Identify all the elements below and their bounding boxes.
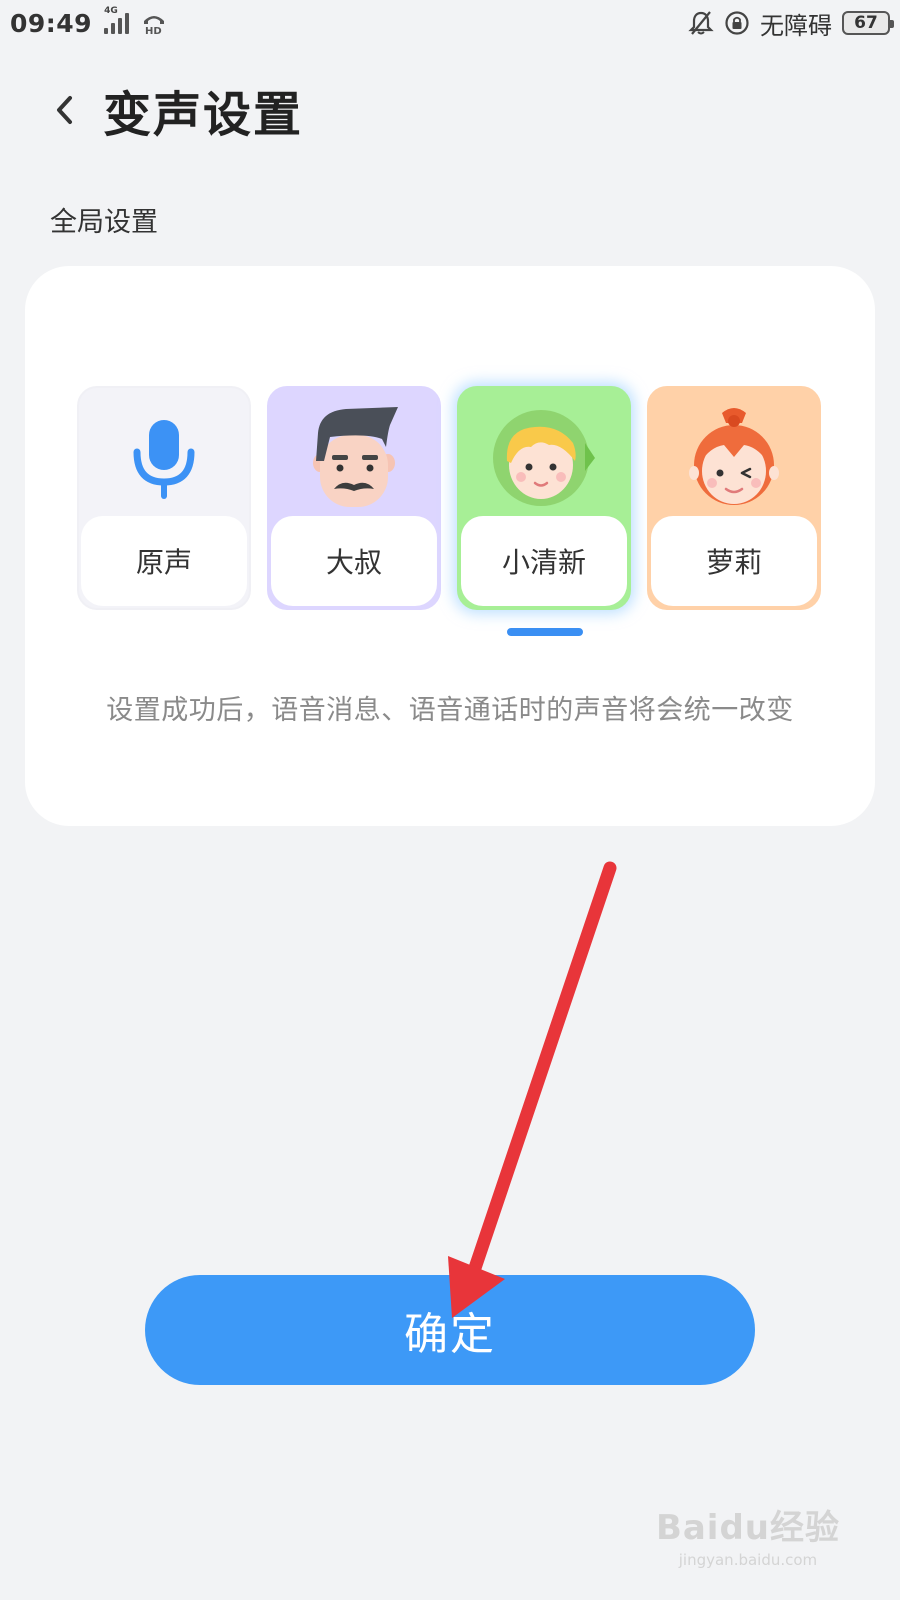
voice-option-label: 大叔: [271, 516, 437, 606]
voice-option-uncle[interactable]: 大叔: [267, 386, 441, 610]
accessibility-status: 无障碍: [760, 11, 832, 40]
cellular-signal-icon: 4G: [104, 6, 130, 34]
voice-option-label: 小清新: [461, 516, 627, 606]
status-bar-right: 无障碍 67: [688, 6, 894, 41]
hd-call-icon: HD: [144, 16, 165, 35]
confirm-button[interactable]: 确定: [145, 1275, 755, 1385]
voice-option-label: 原声: [81, 516, 247, 606]
watermark-main: Baidu经验: [655, 1508, 840, 1548]
loli-avatar-icon: [689, 408, 779, 505]
voice-option-fresh[interactable]: 小清新: [457, 386, 631, 610]
watermark-sub: jingyan.baidu.com: [678, 1551, 818, 1569]
rotation-lock-icon: [725, 11, 749, 35]
chevron-left-icon: [57, 96, 72, 124]
watermark: Baidu经验 jingyan.baidu.com: [656, 1500, 840, 1569]
battery-icon: 67: [842, 11, 894, 35]
status-bar-left: 09:49 4G HD: [10, 6, 167, 38]
voice-options: 原声 大叔 小清新 萝莉: [77, 386, 823, 610]
microphone-icon: [133, 420, 195, 499]
voice-option-label: 萝莉: [651, 516, 817, 606]
voice-option-loli[interactable]: 萝莉: [647, 386, 821, 610]
battery-level: 67: [854, 13, 878, 33]
mute-bell-icon: [688, 11, 714, 35]
section-label: 全局设置: [50, 207, 158, 238]
page-title: 变声设置: [103, 87, 304, 143]
hint-text: 设置成功后，语音消息、语音通话时的声音将会统一改变: [106, 695, 794, 726]
back-button[interactable]: [35, 80, 95, 140]
status-time: 09:49: [10, 8, 93, 38]
selected-indicator: [507, 628, 583, 636]
voice-settings-card: 原声 大叔 小清新 萝莉 设置成功后，语音消息、语音通话时的声音将会统一改变: [25, 266, 875, 826]
fresh-avatar-icon: [493, 410, 595, 506]
network-type: 4G: [104, 6, 118, 16]
uncle-avatar-icon: [313, 407, 398, 507]
page-header: 变声设置: [0, 70, 900, 150]
svg-text:HD: HD: [145, 26, 162, 35]
voice-option-original[interactable]: 原声: [77, 386, 251, 610]
status-bar: 09:49 4G HD 无障碍 67: [0, 0, 900, 46]
